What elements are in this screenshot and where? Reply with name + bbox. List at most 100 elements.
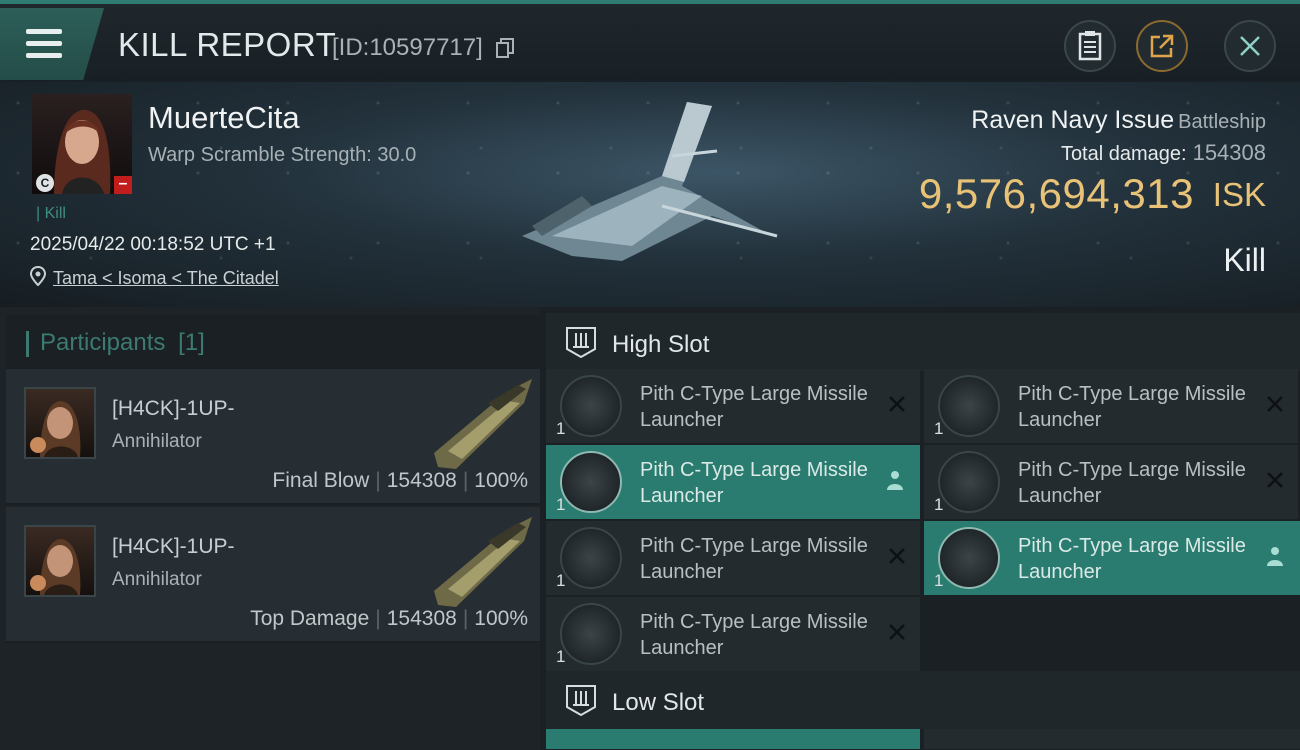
ship-class: Battleship: [1178, 111, 1266, 133]
module-item[interactable]: 1 Pith C-Type Large Missile Launcher: [546, 597, 920, 671]
top-bar: KILL REPORT [ID:10597717]: [0, 0, 1300, 82]
participant-name[interactable]: [H4CK]-1UP-: [112, 535, 235, 559]
result-label: Kill: [1223, 242, 1266, 278]
missile-launcher-icon: [560, 527, 622, 589]
standing-badge: –: [114, 176, 132, 194]
menu-button[interactable]: [0, 8, 104, 80]
participants-label: Participants: [40, 329, 166, 356]
isk-value: 9,576,694,313: [918, 170, 1194, 217]
low-slot-header: Low Slot: [546, 671, 1300, 729]
module-item[interactable]: 1 Pith C-Type Large Missile Launcher: [924, 521, 1300, 595]
low-slot-item-peek[interactable]: [546, 729, 920, 749]
participants-count: [1]: [178, 329, 205, 356]
destroyed-x-icon: [889, 624, 905, 640]
copy-icon[interactable]: [496, 38, 514, 58]
location-pin-icon: [30, 266, 46, 286]
missile-launcher-icon: [938, 375, 1000, 437]
participant-ship-image: [434, 379, 532, 469]
victim-name: MuerteCita: [148, 100, 300, 135]
participant-damage: 154308: [386, 607, 457, 630]
destroyed-x-icon: [1267, 396, 1283, 412]
missile-launcher-icon: [560, 375, 622, 437]
isk-unit: ISK: [1212, 176, 1266, 213]
participant-role: Top Damage: [250, 607, 370, 630]
clipboard-icon: [1078, 31, 1102, 61]
module-qty: 1: [556, 495, 566, 514]
participant-role: Final Blow: [272, 469, 370, 492]
module-qty: 1: [934, 419, 944, 438]
participant-name[interactable]: [H4CK]-1UP-: [112, 397, 235, 421]
share-icon: [1150, 34, 1174, 58]
module-qty: 1: [934, 571, 944, 590]
missile-launcher-icon: [938, 451, 1000, 513]
clipboard-button[interactable]: [1064, 20, 1116, 72]
module-item[interactable]: 1 Pith C-Type Large Missile Launcher: [546, 369, 920, 443]
missile-launcher-icon: [560, 451, 622, 513]
kill-datetime: 2025/04/22 00:18:52 UTC +1: [30, 234, 276, 255]
victim-tag-label: Kill: [44, 205, 66, 222]
low-slot-item-peek[interactable]: [924, 729, 1300, 749]
participant-stats: Top Damage | 154308 | 100%: [250, 607, 528, 630]
close-icon: [1240, 36, 1260, 56]
total-damage: Total damage: 154308: [1061, 140, 1266, 166]
module-name: Pith C-Type Large Missile Launcher: [1018, 535, 1246, 583]
share-button[interactable]: [1136, 20, 1188, 72]
victim-subtitle: Warp Scramble Strength: 30.0: [148, 144, 417, 166]
participant-ship-image: [434, 517, 532, 607]
victim-tag: | Kill: [36, 205, 66, 222]
low-slot-title: Low Slot: [612, 689, 705, 716]
destroyed-x-icon: [1267, 472, 1283, 488]
low-slot-icon: [566, 685, 596, 717]
participant-percent: 100%: [474, 469, 528, 492]
module-qty: 1: [556, 647, 566, 666]
destroyed-x-icon: [889, 396, 905, 412]
corp-badge: C: [36, 174, 54, 192]
victim-banner: C – MuerteCita Warp Scramble Strength: 3…: [0, 82, 1300, 307]
module-item[interactable]: 1 Pith C-Type Large Missile Launcher: [924, 369, 1298, 443]
module-name: Pith C-Type Large Missile Launcher: [640, 611, 868, 659]
location-link[interactable]: Tama < Isoma < The Citadel: [53, 268, 279, 289]
victim-ship-image: [522, 102, 778, 261]
participants-header: Participants [1]: [6, 315, 540, 371]
high-slot-icon: [566, 327, 596, 359]
module-qty: 1: [934, 495, 944, 514]
module-qty: 1: [556, 571, 566, 590]
module-name: Pith C-Type Large Missile Launcher: [1018, 459, 1246, 507]
participant-ship: Annihilator: [112, 431, 202, 452]
module-item[interactable]: 1 Pith C-Type Large Missile Launcher: [924, 445, 1298, 519]
dropped-person-icon: [1267, 547, 1283, 566]
menu-icon: [26, 29, 62, 65]
participants-panel: Participants [1] [H4CK]-1UP- Annihilator…: [0, 307, 540, 750]
module-name: Pith C-Type Large Missile Launcher: [640, 535, 868, 583]
ship-name-text: Raven Navy Issue: [971, 106, 1175, 134]
module-qty: 1: [556, 419, 566, 438]
participant-row[interactable]: [H4CK]-1UP- Annihilator Top Damage | 15430…: [6, 507, 540, 643]
fitting-panel: High Slot 1 Pith C-Type Large Missile La…: [540, 307, 1300, 750]
destroyed-x-icon: [889, 548, 905, 564]
module-name: Pith C-Type Large Missile Launcher: [1018, 383, 1246, 431]
high-slot-header: High Slot: [546, 313, 1300, 371]
missile-launcher-icon: [560, 603, 622, 665]
participant-damage: 154308: [386, 469, 457, 492]
participant-row[interactable]: [H4CK]-1UP- Annihilator Final Blow | 15430…: [6, 369, 540, 505]
close-button[interactable]: [1224, 20, 1276, 72]
dropped-person-icon: [887, 471, 903, 490]
module-name: Pith C-Type Large Missile Launcher: [640, 459, 868, 507]
total-damage-label: Total damage:: [1060, 143, 1187, 165]
module-name: Pith C-Type Large Missile Launcher: [640, 383, 868, 431]
page-title: KILL REPORT: [118, 26, 337, 63]
corp-logo-icon: [30, 575, 46, 591]
participant-stats: Final Blow | 154308 | 100%: [272, 469, 528, 492]
report-id: [ID:10597717]: [332, 34, 483, 61]
missile-launcher-icon: [938, 527, 1000, 589]
ship-name: Raven Navy Issue Battleship: [971, 106, 1266, 135]
avatar[interactable]: [24, 387, 96, 459]
participant-percent: 100%: [474, 607, 528, 630]
module-item[interactable]: 1 Pith C-Type Large Missile Launcher: [546, 521, 920, 595]
participant-ship: Annihilator: [112, 569, 202, 590]
avatar[interactable]: [24, 525, 96, 597]
total-damage-value: 154308: [1192, 140, 1266, 165]
module-item[interactable]: 1 Pith C-Type Large Missile Launcher: [546, 445, 920, 519]
high-slot-title: High Slot: [612, 331, 710, 358]
corp-logo-icon: [30, 437, 46, 453]
